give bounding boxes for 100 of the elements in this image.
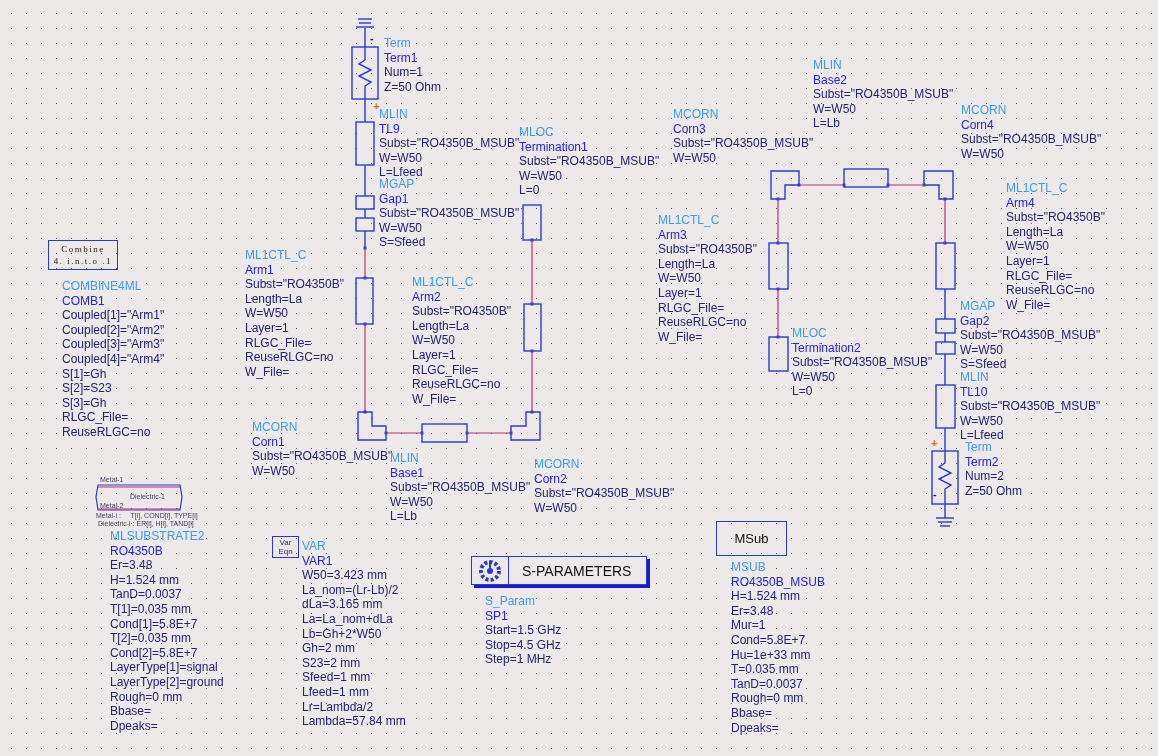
wire [797,183,846,187]
parameter-text: La_nom=(Lr-Lb)/2 [302,582,399,598]
component-type-label: MCORN [673,107,719,122]
parameter-text: W=W50 [813,101,856,117]
parameter-text: S[3]=Gh [62,395,107,411]
parameter-text: L=Lfeed [960,428,1004,443]
parameter-text: L=Lfeed [379,165,423,180]
wire [364,98,366,123]
parameter-text: W=W50 [1006,239,1049,254]
gap-symbol [935,318,956,355]
component-name: SP1 [485,608,508,624]
parameter-text: Subst="RO4350B" [1006,210,1105,225]
parameter-text: W=W50 [245,306,288,321]
component-name: Termination1 [519,139,588,155]
component-name: TL10 [960,384,988,400]
component-name: Base2 [813,72,848,88]
parameter-text: TanD=0.0037 [731,676,803,692]
polarity-mark: - [370,33,374,44]
wire [886,183,926,187]
parameter-text: W=W50 [658,271,701,286]
parameter-text: Sfeed=1 mm [302,670,371,685]
parameter-text: T=0.035 mm [731,662,799,677]
parameter-text: Coupled[1]="Arm1" [62,308,165,323]
component-type-label: MLOC [519,125,554,139]
component-name: Corn2 [534,471,567,487]
block-caption: Var [279,538,292,547]
component-type-label: MSUB [731,560,766,575]
parameter-text: Subst="RO4350B_MSUB" [960,399,1101,414]
wire [943,197,947,245]
parameter-text: Subst="RO4350B" [412,304,511,319]
polarity-mark: - [933,489,937,500]
component-name: Corn4 [961,117,994,133]
parameter-text: Subst="RO4350B_MSUB" [252,449,393,464]
parameter-text: S[1]=Gh [62,366,107,382]
component-type-label: S_Param [485,594,536,609]
parameter-text: Bbase= [110,704,152,719]
ground-symbol [935,517,955,527]
parameter-text: W=W50 [379,150,422,166]
parameter-text: L=Lb [813,116,841,131]
block-caption: S-PARAMETERS [522,562,632,579]
component-name: Term2 [965,454,999,470]
parameter-text: Dpeaks= [731,720,779,736]
component-type-label: MCORN [534,457,580,472]
parameter-text: TanD=0.0037 [110,587,182,602]
component-name: VAR1 [302,553,333,569]
wire [944,332,946,343]
wire [364,164,366,197]
parameter-text: Hu=1e+33 mm [731,647,811,663]
component-name: COMB1 [62,293,105,309]
parameter-text: ReuseRLGC=no [658,315,747,330]
block-caption: 4. i.n.t.o .1 [53,255,113,267]
parameter-text: W=W50 [673,150,716,166]
parameter-text: Subst="RO4350B_MSUB" [379,136,520,151]
polarity-mark: + [373,101,380,112]
parameter-text: W_File= [412,391,457,407]
component-type-label: VAR [302,539,326,554]
component-type-label: MCORN [961,103,1007,118]
parameter-text: LayerType[2]=ground [110,674,224,690]
component-type-label: MGAP [379,177,415,192]
wire [364,208,366,219]
parameter-text: S=Sfeed [960,357,1007,372]
parameter-text: S=Sfeed [379,235,426,250]
wire [944,288,946,320]
parameter-text: W=W50 [390,494,433,510]
parameter-text: Subst="RO4350B_MSUB" [534,486,675,501]
parameter-text: Start=1.5 GHz [485,623,562,638]
parameter-text: Subst="RO4350B_MSUB" [390,480,531,495]
parameter-text: Length=La [245,291,303,307]
gap-symbol [355,195,375,232]
parameter-text: T[1]=0.035 mm [110,601,192,617]
parameter-text: Rough=0 mm [731,691,804,706]
parameter-text: ReuseRLGC=no [245,350,334,365]
parameter-text: Bbase= [731,705,773,721]
parameter-text: Num=1 [384,65,424,80]
component-type-label: ML1CTL_C [1006,181,1068,196]
parameter-text: T[2]=0.035 mm [110,631,192,646]
parameter-text: Lr=Lambda/2 [302,699,374,715]
wire [776,197,780,245]
component-name: Gap1 [379,191,409,207]
component-name: Base1 [390,465,425,481]
parameter-text: Cond[1]=5.8E+7 [110,616,198,632]
wire [530,349,534,414]
wire [465,431,513,435]
parameter-text: ReuseRLGC=no [1006,283,1095,298]
component-name: Arm3 [658,227,687,243]
parameter-text: Er=3.48 [110,558,153,573]
parameter-text: Lb=Gh+2*W50 [302,626,382,642]
parameter-text: Coupled[4]="Arm4" [62,351,165,367]
corner-symbol [923,170,954,200]
open-end-symbol [768,336,789,372]
parameter-text: W=W50 [792,369,835,385]
component-name: Gap2 [960,313,990,329]
component-name: Arm1 [245,262,274,278]
parameter-text: Subst="RO4350B_MSUB" [960,328,1101,343]
parameter-text: W=W50 [519,168,562,184]
parameter-text: LayerType[1]=signal [110,660,218,675]
component-name: RO4350B [110,543,163,559]
parameter-text: Z=50 Ohm [965,483,1023,499]
component-name: TL9 [379,121,400,137]
parameter-text: Cond[2]=5.8E+7 [110,645,198,661]
